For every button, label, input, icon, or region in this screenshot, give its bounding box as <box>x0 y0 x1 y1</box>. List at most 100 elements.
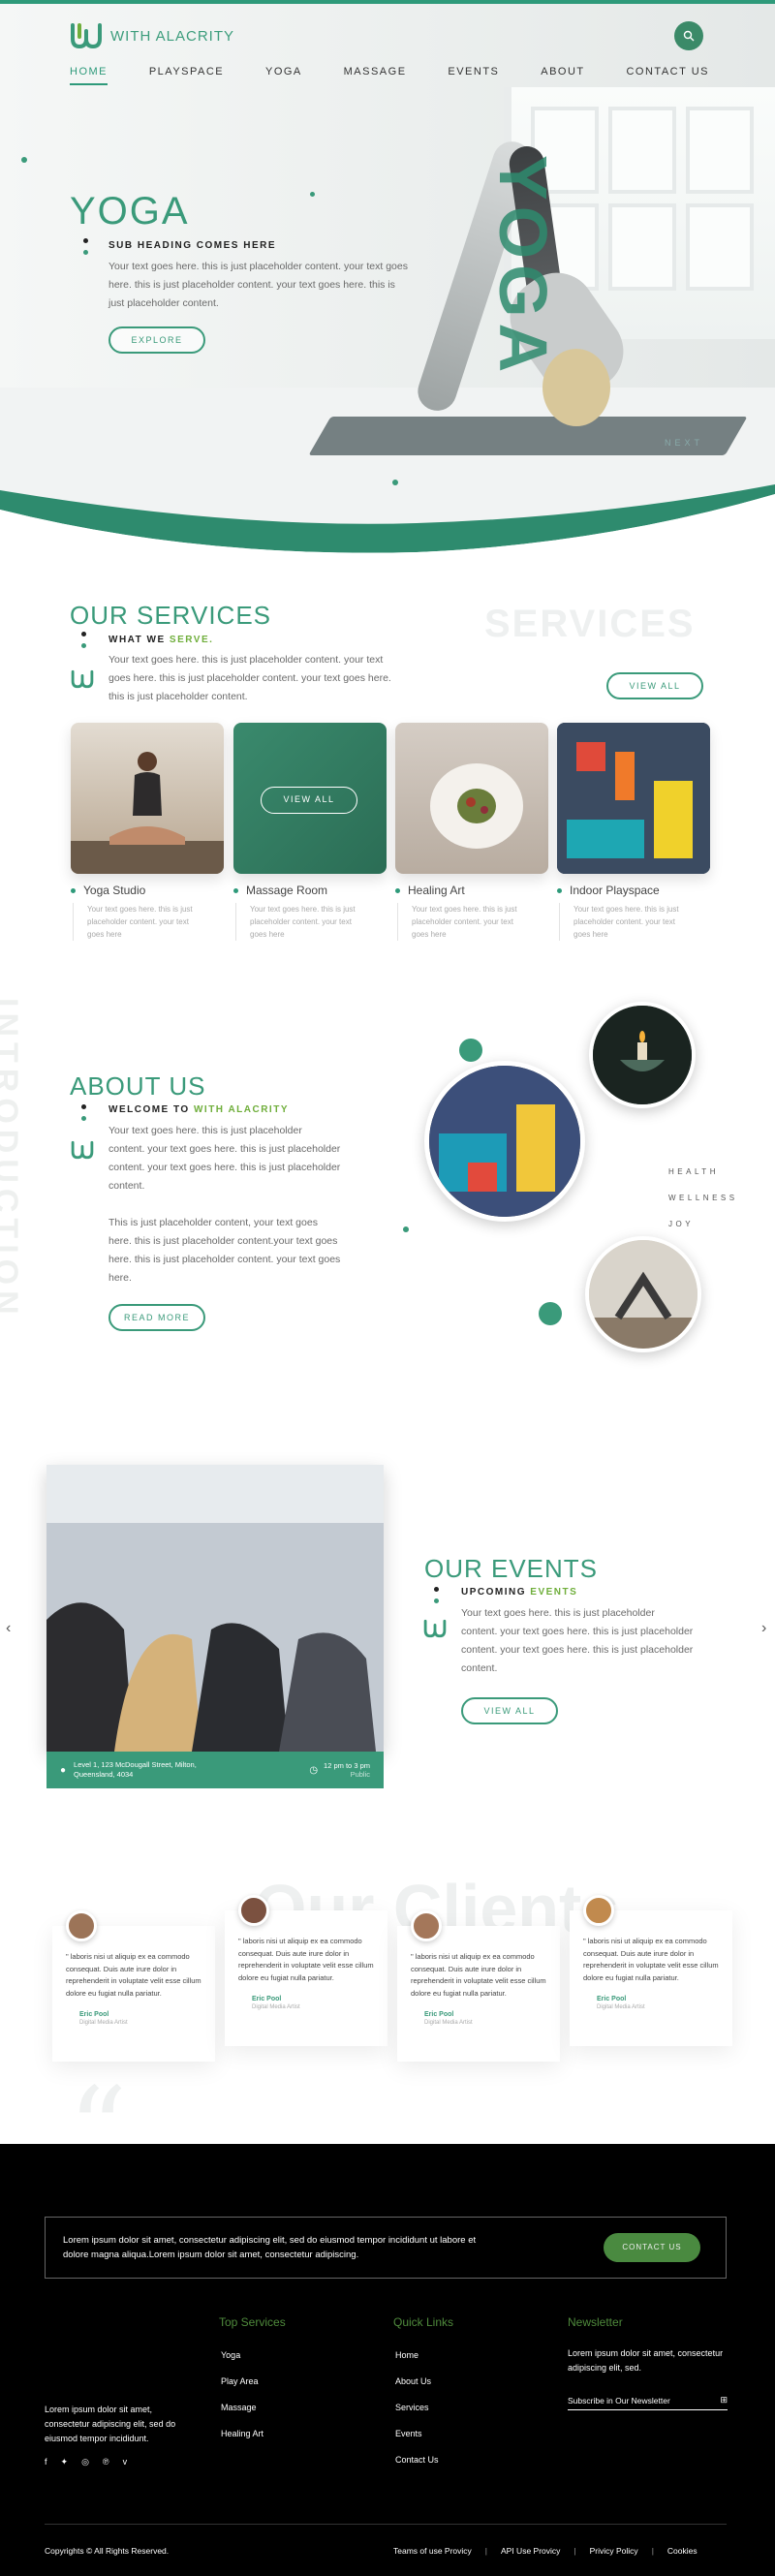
twitter-icon[interactable]: ✦ <box>61 2457 69 2467</box>
service-card-label: Indoor Playspace <box>557 884 660 897</box>
service-card-healing-art[interactable] <box>395 723 548 874</box>
healing-art-image <box>430 763 523 849</box>
services-body: Your text goes here. this is just placeh… <box>108 654 391 702</box>
nav-yoga[interactable]: YOGA <box>265 66 302 85</box>
footer-link-events[interactable]: Events <box>395 2421 439 2447</box>
footer-link-massage[interactable]: Massage <box>221 2395 264 2421</box>
footer-link-services[interactable]: Services <box>395 2395 439 2421</box>
nav-home[interactable]: HOME <box>70 66 108 85</box>
footer-link-play-area[interactable]: Play Area <box>221 2369 264 2395</box>
testimonial-card: " laboris nisi ut aliquip ex ea commodo … <box>52 1910 215 2062</box>
about-yoga-image <box>585 1236 701 1352</box>
footer-about-text: Lorem ipsum dolor sit amet, consectetur … <box>45 2405 176 2443</box>
footer-cta: Lorem ipsum dolor sit amet, consectetur … <box>45 2217 727 2279</box>
indoor-playspace-image <box>557 723 710 874</box>
copyright: Copyrights © All Rights Reserved. <box>45 2546 170 2556</box>
services-subheading: WHAT WE SERVE. <box>108 635 214 645</box>
send-icon[interactable]: ⊞ <box>720 2395 728 2405</box>
testimonial-name: Eric Pool <box>79 2011 109 2018</box>
testimonial-role: Digital Media Artist <box>597 2004 645 2010</box>
nav-playspace[interactable]: PLAYSPACE <box>149 66 224 85</box>
cta-text: Lorem ipsum dolor sit amet, consectetur … <box>63 2235 477 2260</box>
events-view-all-button[interactable]: VIEW ALL <box>461 1697 558 1724</box>
instagram-icon[interactable]: ◎ <box>81 2457 89 2467</box>
service-card-label: Healing Art <box>395 884 465 897</box>
nav-events[interactable]: EVENTS <box>448 66 499 85</box>
hero-body: Your text goes here. this is just placeh… <box>108 261 408 309</box>
read-more-button[interactable]: READ MORE <box>108 1304 205 1331</box>
brand-mark-icon <box>423 1619 447 1638</box>
card-view-all-button[interactable]: VIEW ALL <box>261 787 357 814</box>
hero-dots <box>83 238 88 262</box>
legal-link-privacy[interactable]: Privicy Policy <box>590 2546 638 2556</box>
newsletter-input[interactable]: Subscribe in Our Newsletter ⊞ <box>568 2391 728 2410</box>
service-card-indoor-playspace[interactable] <box>557 723 710 874</box>
service-card-desc: Your text goes here. this is just placeh… <box>73 903 199 941</box>
about-candle-image <box>589 1002 696 1108</box>
legal-link-terms[interactable]: Teams of use Provicy <box>393 2546 472 2556</box>
search-icon <box>683 30 695 42</box>
services-dots <box>81 632 86 655</box>
top-accent-line <box>0 0 775 4</box>
brand-mark-icon <box>71 669 94 689</box>
service-card-massage-room[interactable]: VIEW ALL <box>233 723 387 874</box>
testimonial-quote: " laboris nisi ut aliquip ex ea commodo … <box>583 1937 719 1982</box>
newsletter-text: Lorem ipsum dolor sit amet, consectetur … <box>568 2348 724 2373</box>
event-image <box>46 1465 384 1752</box>
top-services-list: Yoga Play Area Massage Healing Art <box>221 2343 264 2447</box>
footer-link-healing-art[interactable]: Healing Art <box>221 2421 264 2447</box>
testimonial-role: Digital Media Artist <box>79 2020 128 2026</box>
vimeo-icon[interactable]: v <box>123 2457 128 2467</box>
clock-icon: ◷ <box>309 1764 319 1776</box>
testimonial-card: " laboris nisi ut aliquip ex ea commodo … <box>397 1910 560 2062</box>
location-pin-icon: ● <box>60 1764 67 1776</box>
services-title: OUR SERVICES <box>70 601 272 630</box>
footer-link-contact-us[interactable]: Contact Us <box>395 2447 439 2473</box>
testimonial-card: " laboris nisi ut aliquip ex ea commodo … <box>225 1895 388 2046</box>
about-body-1: Your text goes here. this is just placeh… <box>108 1125 341 1192</box>
legal-link-api[interactable]: API Use Provicy <box>501 2546 560 2556</box>
contact-us-button[interactable]: CONTACT US <box>604 2233 700 2262</box>
yoga-mat <box>308 417 748 455</box>
hero-big-word: YOGA <box>485 155 561 379</box>
logo[interactable]: WITH ALACRITY <box>70 21 234 50</box>
events-next-arrow[interactable]: › <box>761 1620 766 1637</box>
testimonial-name: Eric Pool <box>424 2011 454 2018</box>
footer-link-yoga[interactable]: Yoga <box>221 2343 264 2369</box>
service-card-yoga-studio[interactable] <box>71 723 224 874</box>
legal-link-cookies[interactable]: Cookies <box>667 2546 698 2556</box>
nav-massage[interactable]: MASSAGE <box>344 66 407 85</box>
explore-button[interactable]: EXPLORE <box>108 326 205 354</box>
decor-dot <box>459 1039 482 1062</box>
social-links: f ✦ ◎ ℗ v <box>45 2457 127 2467</box>
event-time: 12 pm to 3 pm Public <box>324 1761 370 1779</box>
legal-links: Teams of use Provicy | API Use Provicy |… <box>393 2546 698 2556</box>
events-prev-arrow[interactable]: ‹ <box>6 1620 11 1637</box>
top-services-title: Top Services <box>219 2315 286 2329</box>
testimonial-quote: " laboris nisi ut aliquip ex ea commodo … <box>238 1937 374 1982</box>
brand-name: WITH ALACRITY <box>110 27 235 45</box>
decor-dot <box>310 192 315 197</box>
avatar <box>66 1910 97 1941</box>
services-view-all-button[interactable]: VIEW ALL <box>606 672 703 699</box>
nav-about[interactable]: ABOUT <box>541 66 584 85</box>
search-button[interactable] <box>674 21 703 50</box>
about-body-2: This is just placeholder content, your t… <box>108 1217 341 1284</box>
nav-contact-us[interactable]: CONTACT US <box>626 66 709 85</box>
service-card-label: Yoga Studio <box>71 884 145 897</box>
events-body: Your text goes here. this is just placeh… <box>461 1607 694 1674</box>
about-subheading: WELCOME TO WITH ALACRITY <box>108 1104 289 1115</box>
hero-wave <box>0 484 775 572</box>
event-location: Level 1, 123 McDougall Street, Milton, Q… <box>74 1760 197 1779</box>
next-slide-link[interactable]: NEXT <box>665 438 703 448</box>
testimonial-quote: " laboris nisi ut aliquip ex ea commodo … <box>411 1952 546 1998</box>
pinterest-icon[interactable]: ℗ <box>103 2457 109 2467</box>
footer-link-home[interactable]: Home <box>395 2343 439 2369</box>
avatar <box>411 1910 442 1941</box>
main-nav: HOME PLAYSPACE YOGA MASSAGE EVENTS ABOUT… <box>70 66 709 85</box>
footer-link-about-us[interactable]: About Us <box>395 2369 439 2395</box>
events-title: OUR EVENTS <box>424 1554 599 1583</box>
service-card-label: Massage Room <box>233 884 327 897</box>
facebook-icon[interactable]: f <box>45 2457 47 2467</box>
about-words: HEALTH WELLNESS JOY <box>668 1167 738 1228</box>
